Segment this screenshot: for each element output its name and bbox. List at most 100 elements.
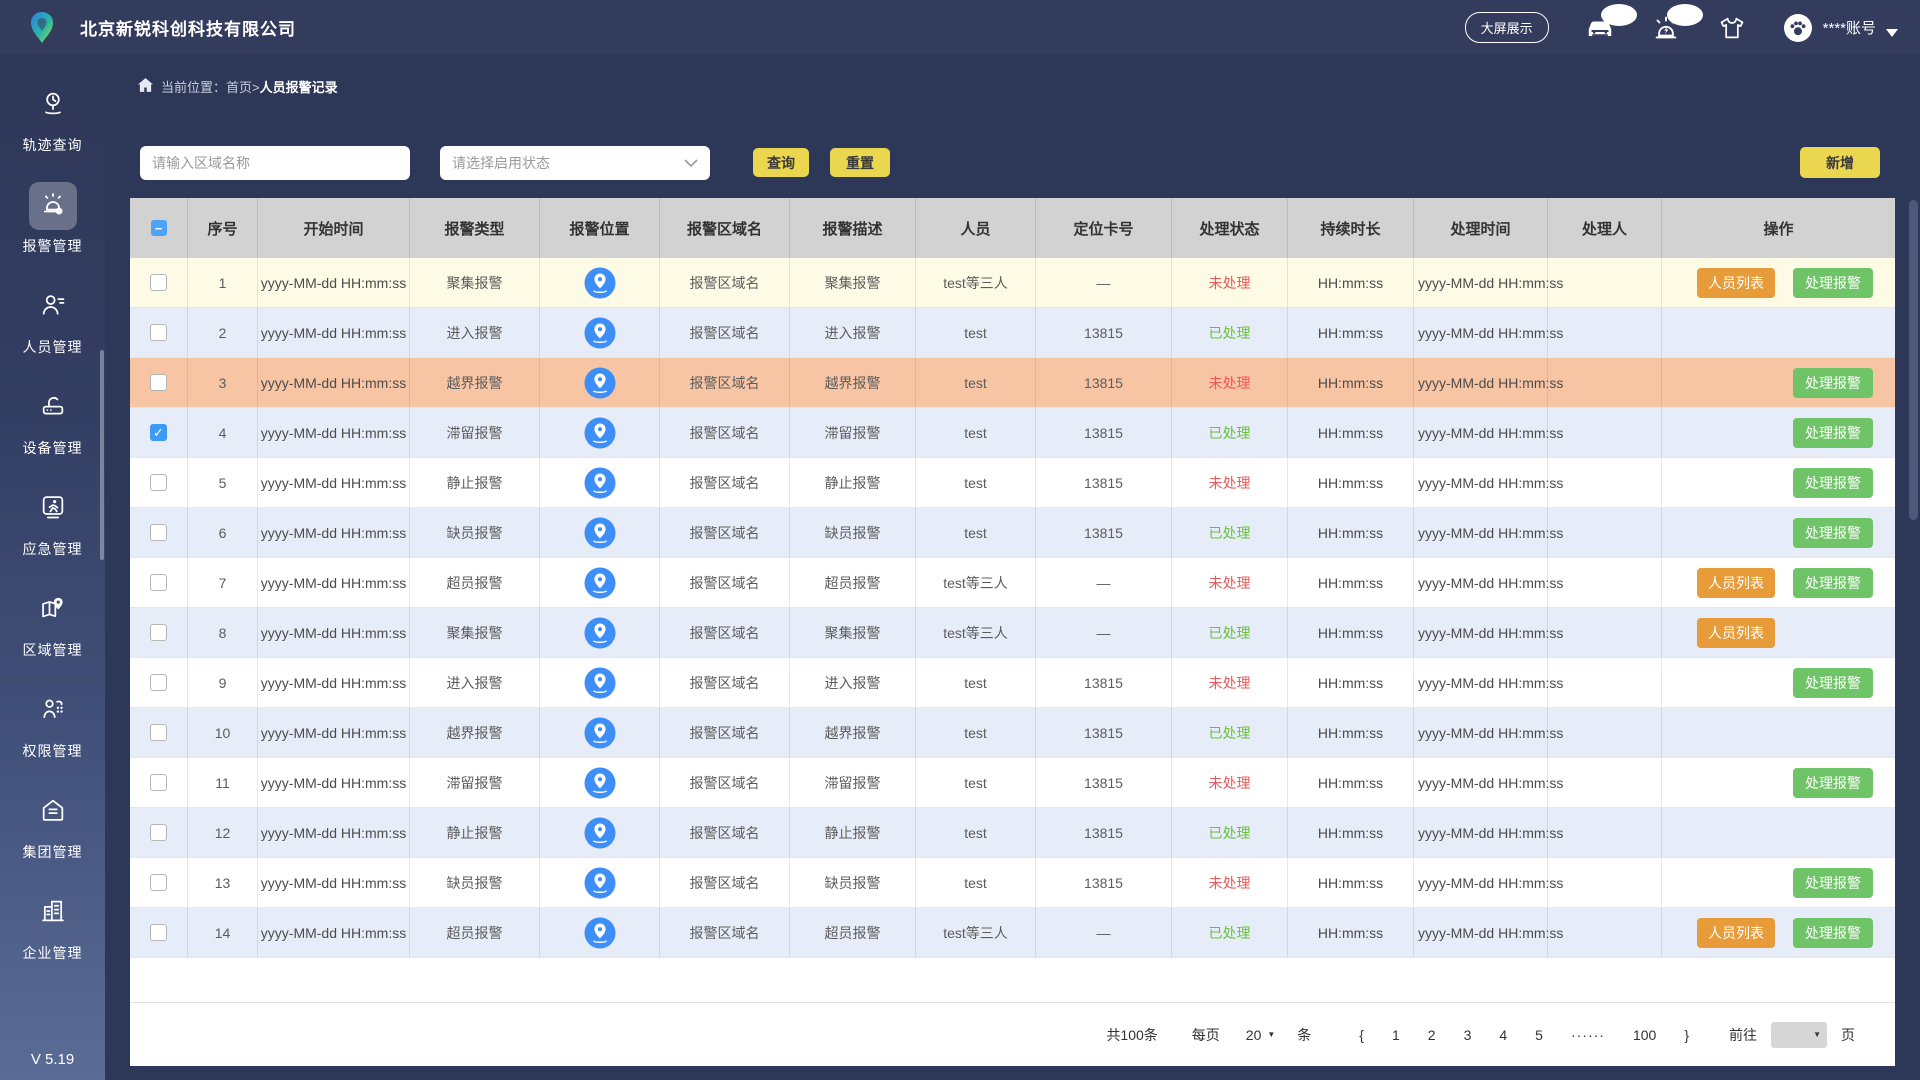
cell-start-time: yyyy-MM-dd HH:mm:ss — [258, 308, 410, 357]
location-pin-icon[interactable] — [584, 867, 616, 899]
row-checkbox[interactable]: ✓ — [150, 424, 167, 441]
page-number-button[interactable]: 3 — [1464, 1027, 1472, 1043]
account-menu[interactable]: ****账号 — [1783, 13, 1898, 43]
sidebar-item-group[interactable]: 集团管理 — [0, 788, 105, 889]
location-pin-icon[interactable] — [584, 567, 616, 599]
sidebar-item-emergency[interactable]: 应急管理 — [0, 485, 105, 586]
row-checkbox[interactable] — [150, 924, 167, 941]
row-checkbox[interactable] — [150, 574, 167, 591]
row-checkbox[interactable] — [150, 774, 167, 791]
handle-alarm-button[interactable]: 处理报警 — [1793, 368, 1873, 398]
row-checkbox[interactable] — [150, 674, 167, 691]
tshirt-icon[interactable] — [1717, 13, 1747, 43]
cell-alarm-type: 进入报警 — [410, 658, 540, 707]
location-pin-icon[interactable] — [584, 917, 616, 949]
location-pin-icon[interactable] — [584, 617, 616, 649]
area-icon — [39, 594, 67, 627]
location-pin-icon[interactable] — [584, 467, 616, 499]
row-select-cell — [130, 458, 188, 507]
person-list-button[interactable]: 人员列表 — [1697, 268, 1775, 298]
search-button[interactable]: 查询 — [753, 148, 809, 177]
cell-start-time: yyyy-MM-dd HH:mm:ss — [258, 758, 410, 807]
person-list-button[interactable]: 人员列表 — [1697, 918, 1775, 948]
cell-handler — [1548, 558, 1662, 607]
select-all-checkbox[interactable]: − — [150, 220, 167, 236]
row-checkbox[interactable] — [150, 824, 167, 841]
row-checkbox[interactable] — [150, 524, 167, 541]
location-pin-icon[interactable] — [584, 367, 616, 399]
handle-alarm-button[interactable]: 处理报警 — [1793, 518, 1873, 548]
location-pin-icon[interactable] — [584, 767, 616, 799]
table-row: 12 yyyy-MM-dd HH:mm:ss 静止报警 报警区域名 静止报警 t… — [130, 808, 1895, 858]
cell-alarm-location — [540, 458, 660, 507]
sidebar-item-permission[interactable]: 权限管理 — [0, 687, 105, 788]
handle-alarm-button[interactable]: 处理报警 — [1793, 418, 1873, 448]
handle-alarm-button[interactable]: 处理报警 — [1793, 468, 1873, 498]
handle-alarm-button[interactable]: 处理报警 — [1793, 668, 1873, 698]
cell-person: test — [916, 358, 1036, 407]
sidebar-item-track[interactable]: 轨迹查询 — [0, 81, 105, 182]
cell-alarm-type: 缺员报警 — [410, 508, 540, 557]
sidebar-item-label: 报警管理 — [22, 238, 83, 254]
location-pin-icon[interactable] — [584, 317, 616, 349]
location-pin-icon[interactable] — [584, 517, 616, 549]
location-pin-icon[interactable] — [584, 717, 616, 749]
enable-status-select[interactable]: 请选择启用状态 — [440, 146, 710, 180]
sidebar-item-area[interactable]: 区域管理 — [0, 586, 105, 687]
row-checkbox[interactable] — [150, 724, 167, 741]
sidebar-scrollbar[interactable] — [100, 350, 104, 560]
cell-card-no: 13815 — [1036, 508, 1172, 557]
bigscreen-button[interactable]: 大屏展示 — [1464, 12, 1549, 43]
vehicle-alarm-icon[interactable] — [1585, 3, 1637, 43]
sidebar-item-alarm[interactable]: 报警管理 — [0, 182, 105, 283]
person-list-button[interactable]: 人员列表 — [1697, 568, 1775, 598]
page-scrollbar[interactable] — [1909, 200, 1918, 520]
handle-alarm-button[interactable]: 处理报警 — [1793, 268, 1873, 298]
sidebar-item-person[interactable]: 人员管理 — [0, 283, 105, 384]
cell-actions: 人员列表 处理报警 — [1662, 558, 1895, 607]
cell-alarm-desc: 进入报警 — [790, 658, 916, 707]
last-page-button[interactable]: 100 — [1633, 1027, 1656, 1043]
row-checkbox[interactable] — [150, 274, 167, 291]
handle-alarm-button[interactable]: 处理报警 — [1793, 768, 1873, 798]
page-number-button[interactable]: 4 — [1499, 1027, 1507, 1043]
cell-duration: HH:mm:ss — [1288, 358, 1414, 407]
per-page-value: 20 — [1245, 1026, 1262, 1043]
person-list-button[interactable]: 人员列表 — [1697, 618, 1775, 648]
status-badge: 已处理 — [1172, 708, 1288, 757]
location-pin-icon[interactable] — [584, 417, 616, 449]
cell-index: 1 — [188, 258, 258, 307]
row-checkbox[interactable] — [150, 324, 167, 341]
cell-person: test等三人 — [916, 558, 1036, 607]
handle-alarm-button[interactable]: 处理报警 — [1793, 918, 1873, 948]
goto-page-select[interactable]: ▼ — [1771, 1021, 1827, 1048]
page-number-button[interactable]: 2 — [1428, 1027, 1436, 1043]
alert-alarm-icon[interactable] — [1651, 3, 1703, 43]
per-page-select[interactable]: 20 ▼ — [1246, 1027, 1276, 1043]
cell-handle-time: yyyy-MM-dd HH:mm:ss — [1414, 508, 1563, 557]
handle-alarm-button[interactable]: 处理报警 — [1793, 868, 1873, 898]
row-checkbox[interactable] — [150, 374, 167, 391]
page-number-button[interactable]: 5 — [1535, 1027, 1543, 1043]
cell-alarm-type: 越界报警 — [410, 708, 540, 757]
cell-handle-time: yyyy-MM-dd HH:mm:ss — [1414, 858, 1563, 907]
cell-handler — [1548, 858, 1662, 907]
location-pin-icon[interactable] — [584, 817, 616, 849]
cell-handler — [1548, 458, 1662, 507]
next-page-button[interactable]: } — [1684, 1027, 1689, 1043]
add-button[interactable]: 新增 — [1800, 147, 1880, 178]
location-pin-icon[interactable] — [584, 667, 616, 699]
row-checkbox[interactable] — [150, 474, 167, 491]
prev-page-button[interactable]: { — [1359, 1027, 1364, 1043]
row-checkbox[interactable] — [150, 874, 167, 891]
reset-button[interactable]: 重置 — [830, 148, 890, 177]
row-checkbox[interactable] — [150, 624, 167, 641]
page-number-button[interactable]: 1 — [1392, 1027, 1400, 1043]
sidebar-item-device[interactable]: 设备管理 — [0, 384, 105, 485]
area-name-input[interactable] — [140, 146, 410, 180]
location-pin-icon[interactable] — [584, 267, 616, 299]
handle-alarm-button[interactable]: 处理报警 — [1793, 568, 1873, 598]
goto-label: 前往 — [1729, 1026, 1757, 1043]
cell-alarm-desc: 超员报警 — [790, 908, 916, 957]
sidebar-item-enterprise[interactable]: 企业管理 — [0, 889, 105, 990]
